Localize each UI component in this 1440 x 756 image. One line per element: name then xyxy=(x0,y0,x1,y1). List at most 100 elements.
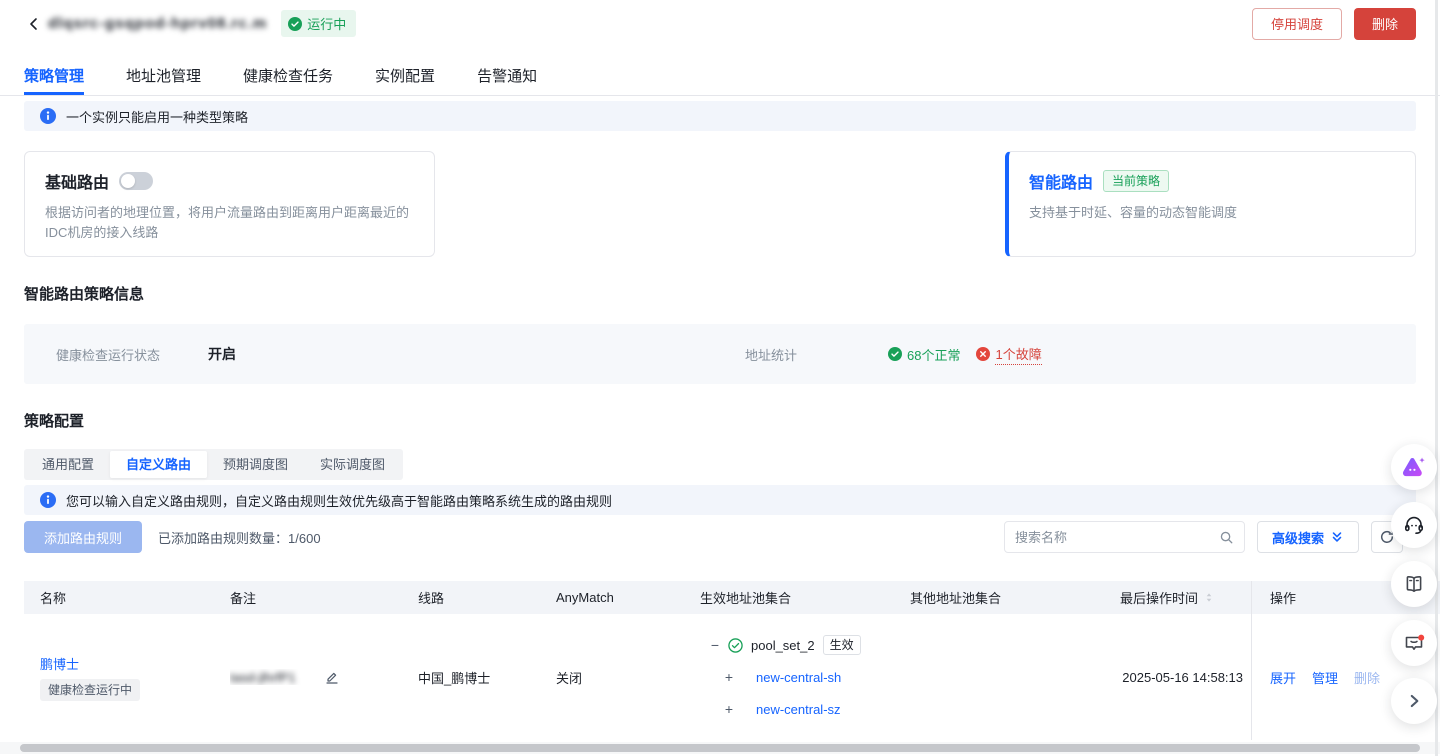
health-check-status-value: 开启 xyxy=(208,344,236,364)
tab-address-pool-management[interactable]: 地址池管理 xyxy=(126,61,201,95)
basic-route-toggle[interactable] xyxy=(119,172,153,190)
pool-set-name: pool_set_2 xyxy=(751,638,815,653)
tab-alert-notification[interactable]: 告警通知 xyxy=(477,61,537,95)
smart-route-card[interactable]: 智能路由 当前策略 支持基于时延、容量的动态智能调度 xyxy=(1005,151,1416,257)
collapse-toggle[interactable]: − xyxy=(710,637,720,653)
pool-link[interactable]: new-central-sz xyxy=(756,702,841,717)
feedback-button[interactable] xyxy=(1391,620,1437,666)
table-header-row: 名称 备注 线路 AnyMatch 生效地址池集合 其他地址池集合 最后操作时间… xyxy=(24,581,1440,614)
rules-toolbar: 添加路由规则 已添加路由规则数量：1/600 高级搜索 xyxy=(24,521,1416,553)
health-check-running-badge: 健康检查运行中 xyxy=(40,679,140,701)
basic-route-description: 根据访问者的地理位置，将用户流量路由到距离用户距离最近的IDC机房的接入线路 xyxy=(45,203,414,243)
edit-icon[interactable] xyxy=(324,669,340,685)
manage-action-link[interactable]: 管理 xyxy=(1312,668,1338,687)
docs-button[interactable] xyxy=(1391,561,1437,607)
basic-route-card[interactable]: 基础路由 根据访问者的地理位置，将用户流量路由到距离用户距离最近的IDC机房的接… xyxy=(24,151,435,257)
col-header-remark: 备注 xyxy=(230,588,418,607)
advanced-search-label: 高级搜索 xyxy=(1272,528,1324,547)
status-badge-label: 运行中 xyxy=(307,14,346,33)
search-box[interactable] xyxy=(1004,521,1245,553)
policy-cards: 基础路由 根据访问者的地理位置，将用户流量路由到距离用户距离最近的IDC机房的接… xyxy=(24,151,1416,257)
tab-instance-config[interactable]: 实例配置 xyxy=(375,61,435,95)
search-icon xyxy=(1219,530,1234,545)
horizontal-scrollbar-track xyxy=(0,742,1440,754)
col-header-effective-pools: 生效地址池集合 xyxy=(694,588,906,607)
support-button[interactable] xyxy=(1391,502,1437,548)
custom-route-notice: 您可以输入自定义路由规则，自定义路由规则生效优先级高于智能路由策略系统生成的路由… xyxy=(24,485,1416,515)
col-header-line: 线路 xyxy=(418,588,556,607)
address-normal-text: 68个正常 xyxy=(907,345,960,364)
collapse-panel-button[interactable] xyxy=(1391,678,1437,724)
subtab-expected-schedule[interactable]: 预期调度图 xyxy=(207,451,304,478)
chevron-left-icon xyxy=(26,16,42,32)
remark-text: tasd-jlhrfP1 xyxy=(230,670,296,685)
cell-anymatch: 关闭 xyxy=(556,668,694,687)
pool-child-line: + new-central-sz xyxy=(694,693,906,725)
tab-health-check-tasks[interactable]: 健康检查任务 xyxy=(243,61,333,95)
expand-toggle[interactable]: + xyxy=(724,669,734,685)
cell-effective-pools: − pool_set_2 生效 + new-central-sh + new-c… xyxy=(694,629,906,725)
book-icon xyxy=(1402,572,1426,596)
delete-action-link: 删除 xyxy=(1354,668,1380,687)
policy-type-notice: 一个实例只能启用一种类型策略 xyxy=(24,101,1416,131)
col-header-name: 名称 xyxy=(24,588,230,607)
policy-config-heading: 策略配置 xyxy=(24,410,1416,431)
pool-child-line: + new-central-sh xyxy=(694,661,906,693)
page-header: dlqsrc-gsqpod-hprv08.rc.m 运行中 停用调度 删除 xyxy=(0,0,1440,47)
info-icon xyxy=(40,492,56,508)
smart-route-title: 智能路由 xyxy=(1029,169,1093,193)
current-policy-badge: 当前策略 xyxy=(1103,170,1169,192)
subtab-actual-schedule[interactable]: 实际调度图 xyxy=(304,451,401,478)
address-fault-stat[interactable]: 1个故障 xyxy=(976,344,1041,365)
col-header-anymatch: AnyMatch xyxy=(556,590,694,605)
cell-remark: tasd-jlhrfP1 xyxy=(230,669,418,685)
policy-config-tabs: 通用配置 自定义路由 预期调度图 实际调度图 xyxy=(24,449,403,480)
basic-route-title: 基础路由 xyxy=(45,169,109,193)
subtab-general-config[interactable]: 通用配置 xyxy=(26,451,110,478)
ai-assistant-icon xyxy=(1401,454,1427,480)
horizontal-scrollbar-thumb[interactable] xyxy=(20,744,1420,752)
add-route-rule-button[interactable]: 添加路由规则 xyxy=(24,521,142,553)
header-actions: 停用调度 删除 xyxy=(1252,8,1416,40)
ai-assistant-button[interactable] xyxy=(1391,444,1437,490)
advanced-search-button[interactable]: 高级搜索 xyxy=(1257,521,1359,553)
col-header-other-pools: 其他地址池集合 xyxy=(906,588,1102,607)
expand-action-link[interactable]: 展开 xyxy=(1270,668,1296,687)
custom-route-notice-text: 您可以输入自定义路由规则，自定义路由规则生效优先级高于智能路由策略系统生成的路由… xyxy=(66,491,612,510)
cell-name: 鹏博士 健康检查运行中 xyxy=(24,654,230,701)
search-input[interactable] xyxy=(1015,530,1219,545)
cell-last-operated: 2025-05-16 14:58:13 xyxy=(1102,670,1251,685)
smart-route-description: 支持基于时延、容量的动态智能调度 xyxy=(1029,203,1395,223)
address-normal-stat: 68个正常 xyxy=(888,345,960,364)
address-stats-label: 地址统计 xyxy=(745,345,888,364)
info-icon xyxy=(40,108,56,124)
route-rules-table: 名称 备注 线路 AnyMatch 生效地址池集合 其他地址池集合 最后操作时间… xyxy=(24,581,1440,740)
nav-tabbar: 策略管理 地址池管理 健康检查任务 实例配置 告警通知 xyxy=(0,61,1440,96)
check-circle-outline-icon xyxy=(728,638,743,653)
pool-set-line: − pool_set_2 生效 xyxy=(694,629,906,661)
cell-line: 中国_鹏博士 xyxy=(418,668,556,687)
instance-name: dlqsrc-gsqpod-hprv08.rc.m xyxy=(48,15,267,32)
address-fault-text[interactable]: 1个故障 xyxy=(995,344,1041,365)
expand-toggle[interactable]: + xyxy=(724,701,734,717)
table-row: 鹏博士 健康检查运行中 tasd-jlhrfP1 中国_鹏博士 关闭 − poo… xyxy=(24,614,1440,740)
rule-name-link[interactable]: 鹏博士 xyxy=(40,654,79,673)
sort-icon[interactable] xyxy=(1203,591,1215,604)
back-button[interactable] xyxy=(24,14,44,34)
col-header-last-operated[interactable]: 最后操作时间 xyxy=(1102,588,1251,607)
feedback-icon xyxy=(1402,631,1426,655)
error-circle-icon xyxy=(976,347,990,361)
pool-link[interactable]: new-central-sh xyxy=(756,670,841,685)
tab-policy-management[interactable]: 策略管理 xyxy=(24,61,84,95)
check-circle-icon xyxy=(888,347,902,361)
delete-button[interactable]: 删除 xyxy=(1354,8,1416,40)
health-check-status-label: 健康检查运行状态 xyxy=(56,345,208,364)
check-circle-icon xyxy=(288,17,302,31)
subtab-custom-route[interactable]: 自定义路由 xyxy=(110,451,207,478)
headset-icon xyxy=(1402,513,1426,537)
disable-scheduling-button[interactable]: 停用调度 xyxy=(1252,8,1342,40)
chevron-right-icon xyxy=(1405,692,1423,710)
double-chevron-down-icon xyxy=(1330,530,1344,544)
smart-policy-info-heading: 智能路由策略信息 xyxy=(24,283,1416,304)
effective-badge: 生效 xyxy=(823,635,861,655)
